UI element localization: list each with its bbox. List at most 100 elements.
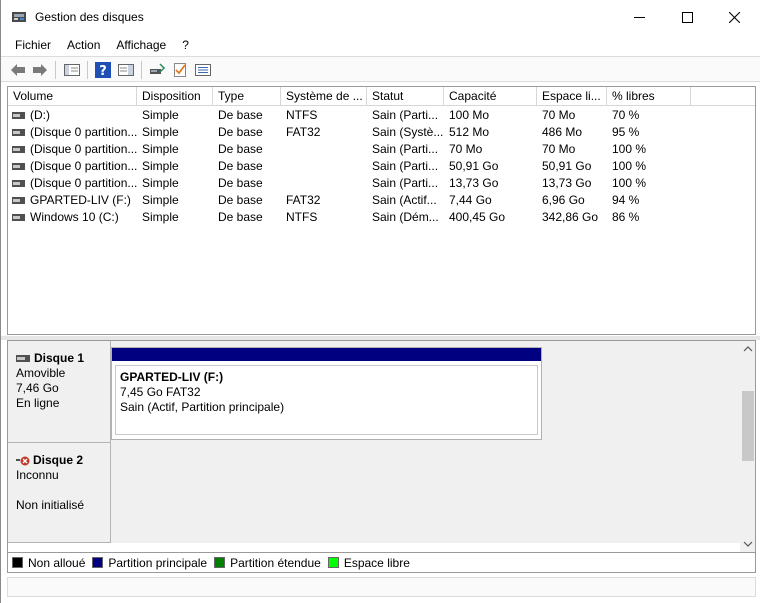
percent-free-cell: 100 %	[612, 176, 647, 190]
capacity-cell: 100 Mo	[449, 108, 490, 122]
menu-help[interactable]: ?	[174, 36, 197, 54]
toolbar-separator	[55, 61, 56, 79]
free-space-cell: 13,73 Go	[542, 176, 592, 190]
filesystem-cell	[281, 175, 367, 192]
table-row[interactable]: (Disque 0 partition... Simple De base Sa…	[8, 141, 755, 158]
volume-cell: Windows 10 (C:)	[8, 209, 137, 226]
svg-text:?: ?	[99, 64, 107, 79]
disk-1-kind: Amovible	[16, 366, 66, 380]
volume-cell: (Disque 0 partition...	[8, 175, 137, 192]
menu-affichage[interactable]: Affichage	[108, 36, 174, 54]
connect-disk-icon[interactable]	[148, 61, 166, 79]
filesystem-cell	[281, 158, 367, 175]
window-title: Gestion des disques	[35, 10, 144, 24]
help-icon[interactable]: ?	[94, 61, 112, 79]
free-space-cell: 342,86 Go	[542, 210, 599, 224]
legend-extended-partition: Partition étendue	[214, 556, 321, 570]
partition-size-fs: 7,45 Go FAT32	[120, 385, 201, 399]
disk-2-spacer	[16, 483, 110, 498]
column-header-volume[interactable]: Volume	[8, 87, 137, 106]
menu-bar: Fichier Action Affichage ?	[1, 34, 760, 56]
percent-free-cell: 70 %	[612, 108, 640, 122]
legend-swatch	[214, 557, 226, 568]
filesystem-cell: FAT32	[286, 125, 321, 139]
legend-swatch	[92, 557, 104, 568]
volume-name: GPARTED-LIV (F:)	[30, 193, 131, 207]
properties-panel-icon[interactable]	[117, 61, 135, 79]
disk-1-label[interactable]: Disque 1 Amovible 7,46 Go En ligne	[8, 341, 111, 443]
column-header-capacity[interactable]: Capacité	[444, 87, 537, 106]
partition-status: Sain (Actif, Partition principale)	[120, 400, 285, 414]
partition-gparted-liv[interactable]: GPARTED-LIV (F:) 7,45 Go FAT32 Sain (Act…	[111, 347, 542, 440]
volume-name: (Disque 0 partition...	[30, 176, 137, 190]
volume-cell: (Disque 0 partition...	[8, 124, 137, 141]
disk-2-state: Non initialisé	[16, 498, 85, 512]
column-header-status[interactable]: Statut	[367, 87, 444, 106]
volume-cell: (Disque 0 partition...	[8, 158, 137, 175]
type-cell: De base	[218, 193, 263, 207]
drive-icon	[12, 129, 25, 136]
status-cell: Sain (Parti...	[372, 108, 439, 122]
type-cell: De base	[218, 159, 263, 173]
disk-2-label[interactable]: Disque 2 Inconnu Non initialisé	[8, 443, 111, 543]
volume-name: Windows 10 (C:)	[30, 210, 119, 224]
scrollbar-thumb[interactable]	[742, 391, 754, 461]
disk-1-name: Disque 1	[16, 351, 110, 366]
percent-free-cell: 100 %	[612, 142, 647, 156]
disk-2-name: Disque 2	[16, 453, 110, 468]
table-row[interactable]: (Disque 0 partition... Simple De base Sa…	[8, 158, 755, 175]
volume-name: (D:)	[30, 108, 50, 122]
drive-icon	[12, 214, 25, 221]
free-space-cell: 6,96 Go	[542, 193, 585, 207]
scroll-up-arrow-icon[interactable]	[743, 344, 753, 354]
scroll-down-arrow-icon[interactable]	[743, 539, 753, 549]
free-space-cell: 70 Mo	[542, 142, 576, 156]
disk-1-area: GPARTED-LIV (F:) 7,45 Go FAT32 Sain (Act…	[111, 341, 740, 443]
volume-cell: (D:)	[8, 107, 137, 124]
list-view-icon[interactable]	[194, 61, 212, 79]
table-row[interactable]: (Disque 0 partition... Simple De base Sa…	[8, 175, 755, 192]
disposition-cell: Simple	[142, 108, 179, 122]
back-arrow-icon[interactable]	[9, 61, 27, 79]
capacity-cell: 70 Mo	[449, 142, 483, 156]
filesystem-cell: NTFS	[286, 108, 318, 122]
table-row[interactable]: Windows 10 (C:) Simple De base NTFS Sain…	[8, 209, 755, 226]
column-header-type[interactable]: Type	[213, 87, 281, 106]
minimize-button[interactable]	[616, 0, 662, 34]
volume-name: (Disque 0 partition...	[30, 159, 137, 173]
drive-icon	[12, 197, 25, 204]
close-button[interactable]	[711, 0, 757, 34]
forward-arrow-icon[interactable]	[31, 61, 49, 79]
legend: Non alloué Partition principale Partitio…	[7, 553, 756, 573]
table-row[interactable]: (Disque 0 partition... Simple De base FA…	[8, 124, 755, 141]
filesystem-cell: FAT32	[286, 193, 321, 207]
percent-free-cell: 94 %	[612, 193, 640, 207]
disposition-cell: Simple	[142, 142, 179, 156]
legend-unallocated: Non alloué	[12, 556, 85, 570]
toolbar-separator	[87, 61, 88, 79]
disk-2-kind: Inconnu	[16, 468, 59, 482]
legend-primary-partition: Partition principale	[92, 556, 207, 570]
column-header-percent-free[interactable]: % libres	[607, 87, 691, 106]
menu-action[interactable]: Action	[59, 36, 108, 54]
disk-1-row: Disque 1 Amovible 7,46 Go En ligne GPART…	[8, 341, 740, 443]
column-header-free-space[interactable]: Espace li...	[537, 87, 607, 106]
disposition-cell: Simple	[142, 210, 179, 224]
column-header-filesystem[interactable]: Système de ...	[281, 87, 367, 106]
check-properties-icon[interactable]	[171, 61, 189, 79]
table-row[interactable]: GPARTED-LIV (F:) Simple De base FAT32 Sa…	[8, 192, 755, 209]
status-bar	[7, 577, 756, 597]
partition-type-bar	[112, 348, 541, 361]
status-cell: Sain (Parti...	[372, 176, 439, 190]
maximize-button[interactable]	[664, 0, 710, 34]
type-cell: De base	[218, 125, 263, 139]
toolbar-separator	[141, 61, 142, 79]
free-space-cell: 70 Mo	[542, 108, 576, 122]
table-row[interactable]: (D:) Simple De base NTFS Sain (Parti... …	[8, 107, 755, 124]
disk-map-scrollbar[interactable]	[740, 341, 755, 552]
console-tree-icon[interactable]	[63, 61, 81, 79]
column-header-disposition[interactable]: Disposition	[137, 87, 213, 106]
volume-list: Volume Disposition Type Système de ... S…	[7, 86, 756, 335]
disk-2-area	[111, 443, 740, 543]
menu-fichier[interactable]: Fichier	[7, 36, 59, 54]
